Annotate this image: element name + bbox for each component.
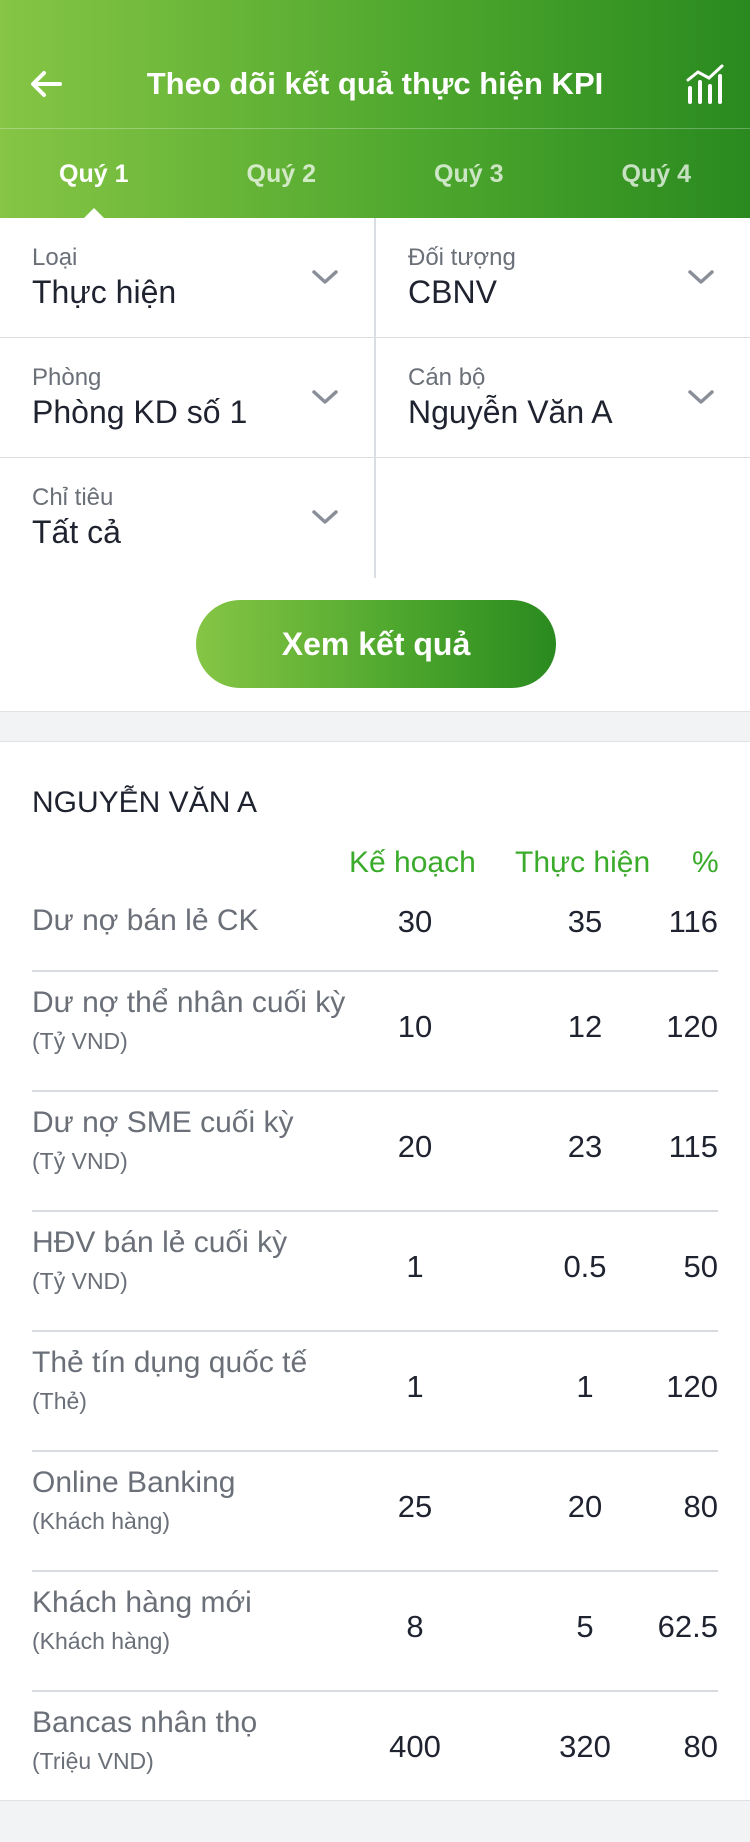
chevron-down-icon	[688, 270, 714, 284]
plan-value: 1	[406, 1249, 424, 1284]
table-row: Khách hàng mới (Khách hàng) 8 5 62.5	[0, 1572, 750, 1692]
actual-value: 12	[567, 1009, 603, 1044]
phong-select[interactable]: Phòng Phòng KD số 1	[0, 338, 374, 458]
actual-value: 23	[567, 1129, 603, 1164]
empty-filter-cell	[376, 458, 750, 578]
app-header: Theo dõi kết quả thực hiện KPI Quý 1 Quý…	[0, 0, 750, 218]
tab-quy-3[interactable]: Quý 3	[375, 128, 563, 218]
actual-value: 35	[567, 904, 603, 939]
doi-tuong-label: Đối tượng	[408, 244, 516, 271]
actual-value: 0.5	[563, 1249, 607, 1284]
kpi-label: Dư nợ bán lẻ CK	[32, 904, 259, 937]
table-row: Bancas nhân thọ (Triệu VND) 400 320 80	[0, 1692, 750, 1812]
percent-value: 80	[683, 1729, 718, 1764]
column-divider	[374, 218, 376, 578]
chevron-down-icon	[312, 510, 338, 524]
percent-value: 120	[666, 1369, 718, 1404]
column-actual-header: Thực hiện	[515, 846, 651, 879]
bar-chart-icon[interactable]	[682, 60, 728, 106]
doi-tuong-value: CBNV	[408, 274, 497, 310]
kpi-label: HĐV bán lẻ cuối kỳ	[32, 1226, 288, 1259]
table-row: Online Banking (Khách hàng) 25 20 80	[0, 1452, 750, 1572]
employee-name: NGUYỄN VĂN A	[32, 786, 258, 819]
chi-tieu-value: Tất cả	[32, 514, 121, 550]
phong-value: Phòng KD số 1	[32, 394, 248, 430]
plan-value: 25	[397, 1489, 433, 1524]
chevron-down-icon	[312, 390, 338, 404]
phong-label: Phòng	[32, 364, 102, 391]
filter-panel: Loại Thực hiện Đối tượng CBNV Phòng Phòn…	[0, 218, 750, 578]
table-row: Dư nợ SME cuối kỳ (Tỷ VND) 20 23 115	[0, 1092, 750, 1212]
kpi-unit: (Tỷ VND)	[32, 1148, 128, 1174]
plan-value: 8	[406, 1609, 424, 1644]
kpi-label: Khách hàng mới	[32, 1586, 252, 1619]
kpi-label: Online Banking	[32, 1466, 236, 1499]
loai-label: Loại	[32, 244, 78, 271]
result-card: NGUYỄN VĂN A Kế hoạch Thực hiện % Dư nợ …	[0, 741, 750, 1801]
table-row: HĐV bán lẻ cuối kỳ (Tỷ VND) 1 0.5 50	[0, 1212, 750, 1332]
percent-value: 115	[668, 1129, 718, 1164]
percent-value: 116	[668, 904, 718, 939]
chevron-down-icon	[688, 390, 714, 404]
percent-value: 62.5	[657, 1609, 718, 1644]
can-bo-value: Nguyễn Văn A	[408, 394, 613, 430]
percent-value: 50	[683, 1249, 718, 1284]
loai-select[interactable]: Loại Thực hiện	[0, 218, 374, 338]
actual-value: 20	[567, 1489, 603, 1524]
actual-value: 5	[576, 1609, 594, 1644]
percent-value: 120	[666, 1009, 718, 1044]
kpi-label: Bancas nhân thọ	[32, 1706, 258, 1739]
plan-value: 10	[397, 1009, 433, 1044]
kpi-unit: (Triệu VND)	[32, 1748, 154, 1774]
plan-value: 20	[397, 1129, 433, 1164]
tab-quy-2[interactable]: Quý 2	[188, 128, 376, 218]
loai-value: Thực hiện	[32, 274, 177, 310]
column-percent-header: %	[692, 846, 719, 879]
kpi-unit: (Khách hàng)	[32, 1628, 171, 1654]
plan-value: 30	[397, 904, 433, 939]
tab-quy-1[interactable]: Quý 1	[0, 128, 188, 218]
chevron-down-icon	[312, 270, 338, 284]
table-header: Kế hoạch Thực hiện %	[0, 846, 750, 890]
percent-value: 80	[683, 1489, 718, 1524]
kpi-label: Dư nợ SME cuối kỳ	[32, 1106, 294, 1139]
kpi-label: Thẻ tín dụng quốc tế	[32, 1346, 308, 1379]
quarter-tabs: Quý 1 Quý 2 Quý 3 Quý 4	[0, 128, 750, 218]
plan-value: 400	[389, 1729, 441, 1764]
can-bo-label: Cán bộ	[408, 364, 486, 391]
column-plan-header: Kế hoạch	[349, 846, 476, 879]
kpi-label: Dư nợ thể nhân cuối kỳ	[32, 986, 346, 1019]
can-bo-select[interactable]: Cán bộ Nguyễn Văn A	[376, 338, 750, 458]
actual-value: 1	[576, 1369, 594, 1404]
kpi-unit: (Thẻ)	[32, 1388, 87, 1414]
table-row: Dư nợ bán lẻ CK 30 35 116	[0, 890, 750, 972]
kpi-table: Dư nợ bán lẻ CK 30 35 116 Dư nợ thể nhân…	[0, 890, 750, 1812]
tab-quy-4[interactable]: Quý 4	[563, 128, 750, 218]
doi-tuong-select[interactable]: Đối tượng CBNV	[376, 218, 750, 338]
table-row: Thẻ tín dụng quốc tế (Thẻ) 1 1 120	[0, 1332, 750, 1452]
actual-value: 320	[559, 1729, 611, 1764]
plan-value: 1	[406, 1369, 424, 1404]
page-title: Theo dõi kết quả thực hiện KPI	[146, 66, 604, 101]
kpi-unit: (Tỷ VND)	[32, 1268, 128, 1294]
submit-area: Xem kết quả	[0, 578, 750, 712]
kpi-unit: (Tỷ VND)	[32, 1028, 128, 1054]
table-row: Dư nợ thể nhân cuối kỳ (Tỷ VND) 10 12 12…	[0, 972, 750, 1092]
chi-tieu-select[interactable]: Chỉ tiêu Tất cả	[0, 458, 374, 578]
view-results-button[interactable]: Xem kết quả	[196, 600, 556, 688]
kpi-unit: (Khách hàng)	[32, 1508, 171, 1534]
chi-tieu-label: Chỉ tiêu	[32, 484, 114, 511]
